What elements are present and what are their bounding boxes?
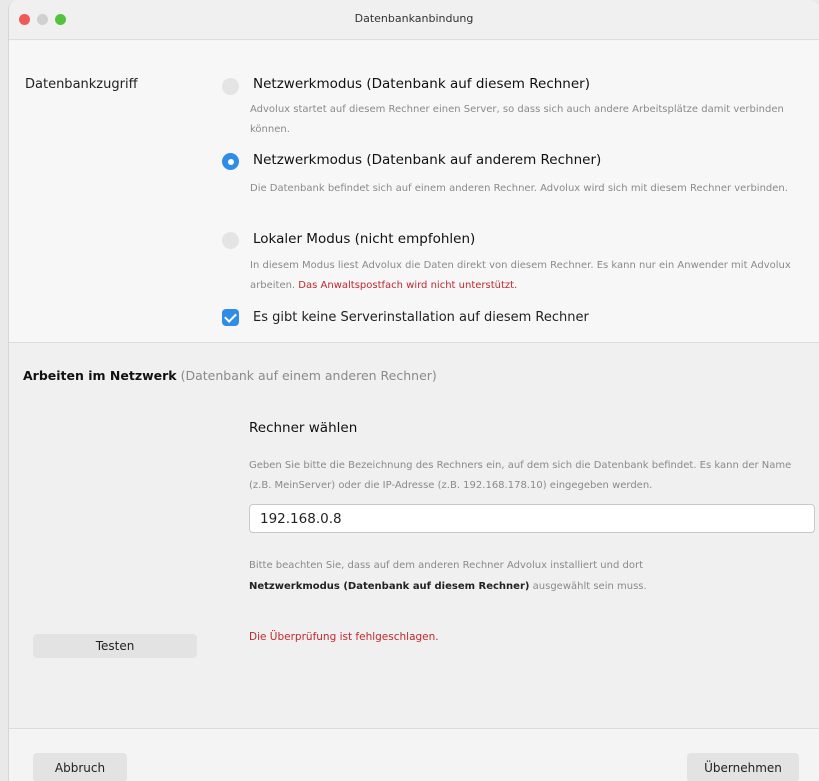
no-server-checkbox-label[interactable]: Es gibt keine Serverinstallation auf die… — [253, 310, 589, 325]
title-bar: Datenbankanbindung — [9, 0, 819, 40]
option-network-remote-description: Die Datenbank befindet sich auf einem an… — [250, 183, 788, 194]
radio-local-mode[interactable] — [222, 232, 239, 249]
option-network-local-title[interactable]: Netzwerkmodus (Datenbank auf diesem Rech… — [253, 76, 590, 92]
mailbox-warning: Das Anwaltspostfach wird nicht unterstüt… — [298, 280, 518, 291]
option-network-remote-title[interactable]: Netzwerkmodus (Datenbank auf anderem Rec… — [253, 152, 601, 168]
network-note-suffix: ausgewählt sein muss. — [532, 581, 647, 592]
option-local-mode-title[interactable]: Lokaler Modus (nicht empfohlen) — [253, 231, 475, 247]
test-button[interactable]: Testen — [33, 634, 197, 658]
network-heading-bold: Arbeiten im Netzwerk — [23, 368, 177, 383]
window-title: Datenbankanbindung — [354, 12, 474, 25]
choose-host-description: Geben Sie bitte die Bezeichnung des Rech… — [249, 460, 792, 491]
network-note: Bitte beachten Sie, dass auf dem anderen… — [249, 555, 814, 597]
radio-network-local[interactable] — [222, 78, 239, 95]
network-heading-sub: (Datenbank auf einem anderen Rechner) — [180, 368, 437, 383]
apply-button[interactable]: Übernehmen — [687, 753, 799, 781]
network-section-heading: Arbeiten im Netzwerk (Datenbank auf eine… — [23, 368, 437, 383]
network-note-mode: Netzwerkmodus (Datenbank auf diesem Rech… — [249, 581, 530, 592]
network-section: Arbeiten im Netzwerk (Datenbank auf eine… — [9, 343, 819, 729]
test-status-message: Die Überprüfung ist fehlgeschlagen. — [249, 631, 439, 643]
choose-host-title: Rechner wählen — [249, 420, 358, 436]
cancel-button[interactable]: Abbruch — [33, 753, 127, 781]
option-local-mode-description: In diesem Modus liest Advolux die Daten … — [250, 256, 812, 296]
radio-network-remote[interactable] — [222, 153, 239, 170]
database-access-label: Datenbankzugriff — [25, 77, 138, 92]
network-note-prefix: Bitte beachten Sie, dass auf dem anderen… — [249, 560, 643, 571]
host-input[interactable] — [249, 504, 815, 533]
no-server-checkbox[interactable] — [222, 309, 239, 326]
option-network-local-description: Advolux startet auf diesem Rechner einen… — [250, 104, 784, 135]
dialog-window: Datenbankanbindung Datenbankzugriff Netz… — [8, 0, 819, 781]
database-access-section: Datenbankzugriff Netzwerkmodus (Datenban… — [9, 41, 819, 343]
dialog-footer: Abbruch Übernehmen — [9, 729, 819, 781]
